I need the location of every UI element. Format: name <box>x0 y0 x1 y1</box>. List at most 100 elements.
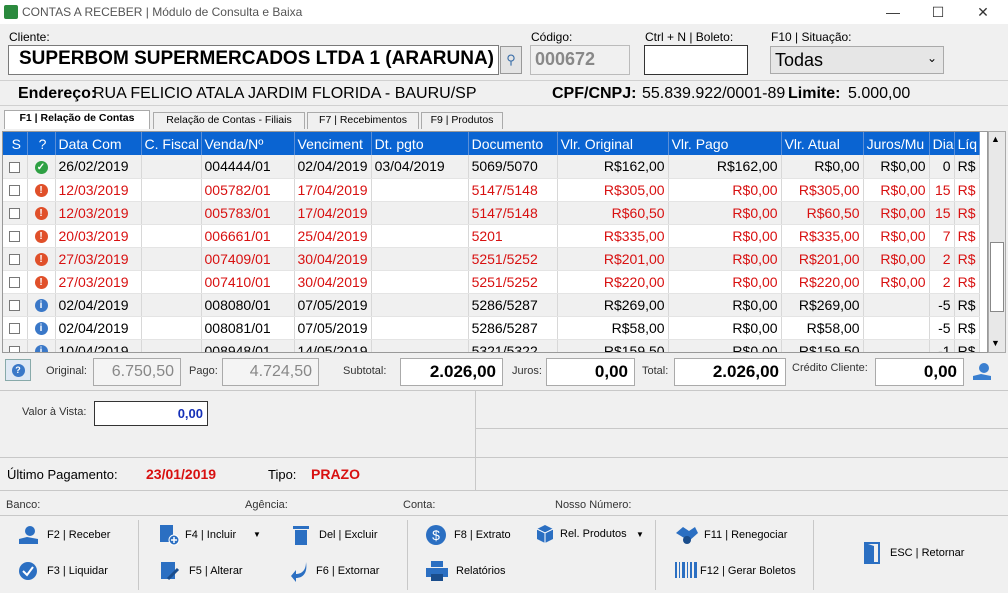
select-checkbox-cell[interactable] <box>3 155 28 179</box>
dropdown-arrow-icon[interactable]: ▼ <box>253 530 261 539</box>
alterar-button[interactable]: F5 | Alterar <box>156 559 266 583</box>
receber-button[interactable]: F2 | Receber <box>14 523 124 547</box>
table-row[interactable]: ! 27/03/2019 007410/01 30/04/2019 5251/5252 R… <box>3 270 980 294</box>
table-cell <box>141 316 202 340</box>
table-cell <box>371 270 469 294</box>
column-header[interactable]: Venciment <box>294 132 372 155</box>
select-checkbox-cell[interactable] <box>3 178 28 202</box>
grid-scrollbar[interactable]: ▲ ▼ <box>988 131 1006 353</box>
table-cell: 005783/01 <box>201 201 295 225</box>
table-row[interactable]: ! 27/03/2019 007409/01 30/04/2019 5251/5252 R… <box>3 247 980 271</box>
minimize-button[interactable]: — <box>870 0 916 24</box>
help-button[interactable]: ? <box>5 359 31 381</box>
tab-recebimentos[interactable]: F7 | Recebimentos <box>307 112 419 129</box>
tab-relacao-filiais[interactable]: Relação de Contas - Filiais <box>153 112 305 129</box>
column-header[interactable]: C. Fiscal <box>141 132 202 155</box>
relatorios-label: Relatórios <box>456 565 506 577</box>
table-cell: 12/03/2019 <box>55 178 142 202</box>
select-checkbox[interactable] <box>9 254 21 266</box>
table-row[interactable]: ! 12/03/2019 005782/01 17/04/2019 5147/5148 R… <box>3 178 980 202</box>
column-header[interactable]: Juros/Mu <box>863 132 930 155</box>
extornar-button[interactable]: F6 | Extornar <box>288 559 388 583</box>
rel-produtos-button[interactable]: Rel. Produtos ▼ <box>533 523 648 547</box>
gerar-boletos-button[interactable]: F12 | Gerar Boletos <box>673 559 798 583</box>
table-cell: R$0,00 <box>668 293 782 317</box>
total-value: 2.026,00 <box>674 358 786 386</box>
incluir-button[interactable]: F4 | Incluir ▼ <box>156 523 266 547</box>
renegociar-button[interactable]: F11 | Renegociar <box>673 523 793 547</box>
column-header[interactable]: Venda/Nº <box>201 132 295 155</box>
total-label: Total: <box>642 365 669 377</box>
select-checkbox-cell[interactable] <box>3 247 28 271</box>
divider <box>0 457 1008 458</box>
scroll-up-arrow[interactable]: ▲ <box>991 134 1000 144</box>
column-header[interactable]: Vlr. Original <box>557 132 669 155</box>
column-header[interactable]: S <box>3 132 28 155</box>
table-cell: R$269,00 <box>781 293 864 317</box>
dropdown-arrow-icon[interactable]: ▼ <box>636 530 644 539</box>
select-checkbox-cell[interactable] <box>3 316 28 340</box>
column-header[interactable]: Líq <box>954 132 980 155</box>
select-checkbox[interactable] <box>9 346 21 352</box>
extrato-button[interactable]: $ F8 | Extrato <box>423 523 523 547</box>
select-checkbox-cell[interactable] <box>3 339 28 352</box>
tab-relacao-contas[interactable]: F1 | Relação de Contas <box>4 110 150 129</box>
table-cell: 17/04/2019 <box>294 178 372 202</box>
column-header[interactable]: ? <box>27 132 56 155</box>
table-cell: 5069/5070 <box>468 155 558 179</box>
select-checkbox-cell[interactable] <box>3 201 28 225</box>
select-checkbox-cell[interactable] <box>3 270 28 294</box>
retornar-button[interactable]: ESC | Retornar <box>862 540 972 566</box>
column-header[interactable]: Data Com <box>55 132 142 155</box>
cliente-field[interactable]: SUPERBOM SUPERMERCADOS LTDA 1 (ARARUNA) <box>8 45 499 75</box>
table-row[interactable]: i 02/04/2019 008081/01 07/05/2019 5286/5287 R… <box>3 316 980 340</box>
select-checkbox[interactable] <box>9 185 21 197</box>
situacao-select[interactable]: Todas ⌄ <box>770 46 944 74</box>
check-circle-icon <box>19 562 37 580</box>
codigo-field: 000672 <box>530 45 630 75</box>
select-checkbox-cell[interactable] <box>3 293 28 317</box>
liquidar-button[interactable]: F3 | Liquidar <box>14 559 124 583</box>
table-cell: 07/05/2019 <box>294 316 372 340</box>
table-row[interactable]: ✓ 26/02/2019 004444/01 02/04/2019 03/04/2019… <box>3 155 980 179</box>
select-checkbox[interactable] <box>9 231 21 243</box>
situacao-value: Todas <box>775 50 824 70</box>
codigo-value: 000672 <box>535 49 596 69</box>
column-header[interactable]: Vlr. Pago <box>668 132 782 155</box>
table-row[interactable]: i 02/04/2019 008080/01 07/05/2019 5286/5287 R… <box>3 293 980 317</box>
select-checkbox-cell[interactable] <box>3 224 28 248</box>
column-header[interactable]: Vlr. Atual <box>781 132 864 155</box>
table-row[interactable]: i 10/04/2019 008948/01 14/05/2019 5321/5322 R… <box>3 339 980 352</box>
credit-hand-icon[interactable] <box>971 360 995 384</box>
scroll-down-arrow[interactable]: ▼ <box>991 338 1000 348</box>
tab-produtos[interactable]: F9 | Produtos <box>421 112 503 129</box>
table-row[interactable]: ! 20/03/2019 006661/01 25/04/2019 5201 R$335,… <box>3 224 980 248</box>
cliente-label: Cliente: <box>9 30 50 44</box>
select-checkbox[interactable] <box>9 208 21 220</box>
column-header[interactable]: Documento <box>468 132 558 155</box>
add-document-icon <box>160 525 180 546</box>
search-client-button[interactable]: ⚲ <box>500 46 522 74</box>
select-checkbox[interactable] <box>9 162 21 174</box>
select-checkbox[interactable] <box>9 277 21 289</box>
gerar-boletos-label: F12 | Gerar Boletos <box>700 565 796 577</box>
column-header[interactable]: Dt. pgto <box>371 132 469 155</box>
table-cell <box>371 247 469 271</box>
relatorios-button[interactable]: Relatórios <box>423 559 523 583</box>
contas-grid[interactable]: S? Data Com C. Fiscal Venda/Nº Venciment Dt. … <box>2 131 988 353</box>
table-cell: 007410/01 <box>201 270 295 294</box>
table-cell <box>371 316 469 340</box>
excluir-button[interactable]: Del | Excluir <box>288 523 388 547</box>
select-checkbox[interactable] <box>9 323 21 335</box>
table-cell: R$0,00 <box>668 339 782 352</box>
column-header[interactable]: Dia <box>929 132 955 155</box>
avista-input[interactable]: 0,00 <box>94 401 208 426</box>
undo-arrow-icon <box>291 562 307 582</box>
ultimo-pagamento-label: Último Pagamento: <box>7 467 118 482</box>
table-row[interactable]: ! 12/03/2019 005783/01 17/04/2019 5147/5148 R… <box>3 201 980 225</box>
maximize-button[interactable]: ☐ <box>915 0 961 24</box>
select-checkbox[interactable] <box>9 300 21 312</box>
close-button[interactable]: ✕ <box>960 0 1006 24</box>
scroll-thumb[interactable] <box>990 242 1004 312</box>
boleto-input[interactable] <box>644 45 748 75</box>
